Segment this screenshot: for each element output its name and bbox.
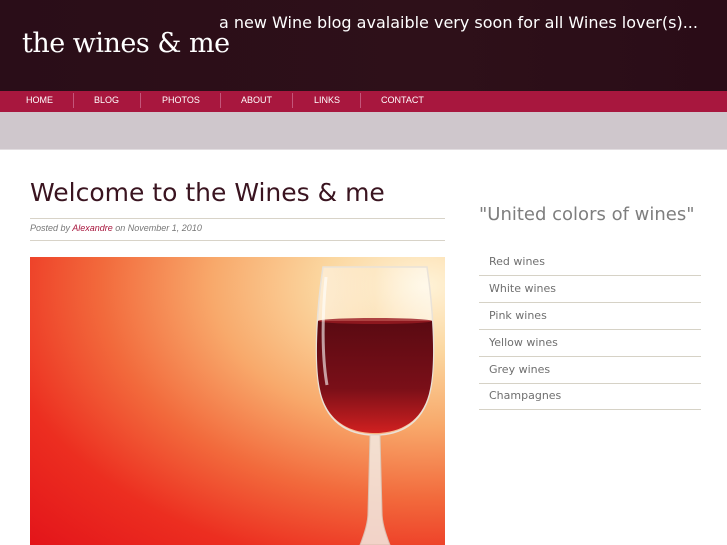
posted-by-label: Posted by: [30, 223, 71, 233]
site-tagline: a new Wine blog avalaible very soon for …: [219, 13, 698, 32]
sidebar-item-pink-wines[interactable]: Pink wines: [479, 303, 701, 330]
nav-divider: [220, 93, 221, 108]
divider: [30, 240, 445, 241]
post-image: [30, 257, 445, 545]
sidebar-item-label: Grey wines: [489, 363, 551, 376]
sidebar-title: "United colors of wines": [479, 204, 695, 225]
on-label: on: [115, 223, 126, 233]
nav-item-photos[interactable]: PHOTOS: [162, 91, 200, 112]
sidebar-item-label: Red wines: [489, 255, 545, 268]
site-logo[interactable]: the wines & me: [22, 28, 230, 59]
nav-divider: [292, 93, 293, 108]
wine-glass-icon: [315, 266, 435, 545]
nav-item-home[interactable]: HOME: [26, 91, 53, 112]
sidebar-item-red-wines[interactable]: Red wines: [479, 249, 701, 276]
nav-item-about[interactable]: ABOUT: [241, 91, 272, 112]
nav-item-contact[interactable]: CONTACT: [381, 91, 424, 112]
sidebar-item-yellow-wines[interactable]: Yellow wines: [479, 330, 701, 357]
sidebar-item-label: White wines: [489, 282, 557, 295]
sub-header-band: [0, 112, 727, 149]
nav-item-blog[interactable]: BLOG: [94, 91, 119, 112]
post-meta: Posted by Alexandre on November 1, 2010: [30, 223, 202, 233]
nav-divider: [140, 93, 141, 108]
nav-divider: [73, 93, 74, 108]
sidebar-item-grey-wines[interactable]: Grey wines: [479, 357, 701, 384]
sidebar-item-label: Pink wines: [489, 309, 547, 322]
sidebar-item-label: Champagnes: [489, 389, 562, 402]
post-author-link[interactable]: Alexandre: [72, 223, 113, 233]
nav-item-links[interactable]: LINKS: [314, 91, 340, 112]
divider: [30, 218, 445, 219]
sidebar-item-champagnes[interactable]: Champagnes: [479, 383, 701, 410]
sidebar-item-label: Yellow wines: [489, 336, 558, 349]
nav-divider: [360, 93, 361, 108]
divider: [0, 149, 727, 150]
post-date: November 1, 2010: [127, 223, 202, 233]
sidebar-item-white-wines[interactable]: White wines: [479, 276, 701, 303]
post-title[interactable]: Welcome to the Wines & me: [30, 178, 385, 207]
main-nav: HOME BLOG PHOTOS ABOUT LINKS CONTACT: [0, 91, 727, 112]
site-header: the wines & me a new Wine blog avalaible…: [0, 0, 727, 91]
